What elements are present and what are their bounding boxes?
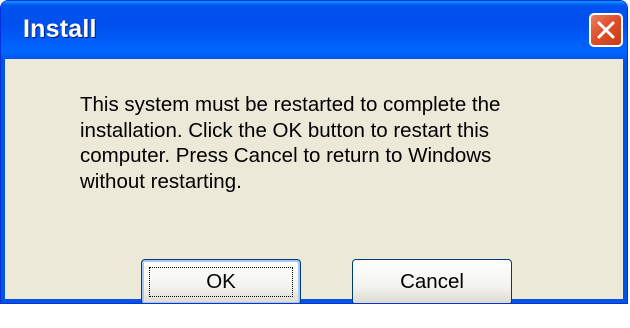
window-border-right [623,59,627,303]
dialog-message: This system must be restarted to complet… [80,93,501,193]
window-border-left [1,59,5,303]
ok-button[interactable]: OK [141,259,301,303]
cancel-button[interactable]: Cancel [352,259,512,303]
ok-button-label: OK [206,270,236,293]
window-border-bottom [1,299,627,303]
install-dialog: Install This system must be restarted to… [0,0,628,304]
cancel-button-label: Cancel [400,270,464,293]
title-bar[interactable]: Install [1,1,627,59]
close-icon [596,20,616,40]
close-button[interactable] [589,13,623,47]
window-title: Install [23,15,97,43]
